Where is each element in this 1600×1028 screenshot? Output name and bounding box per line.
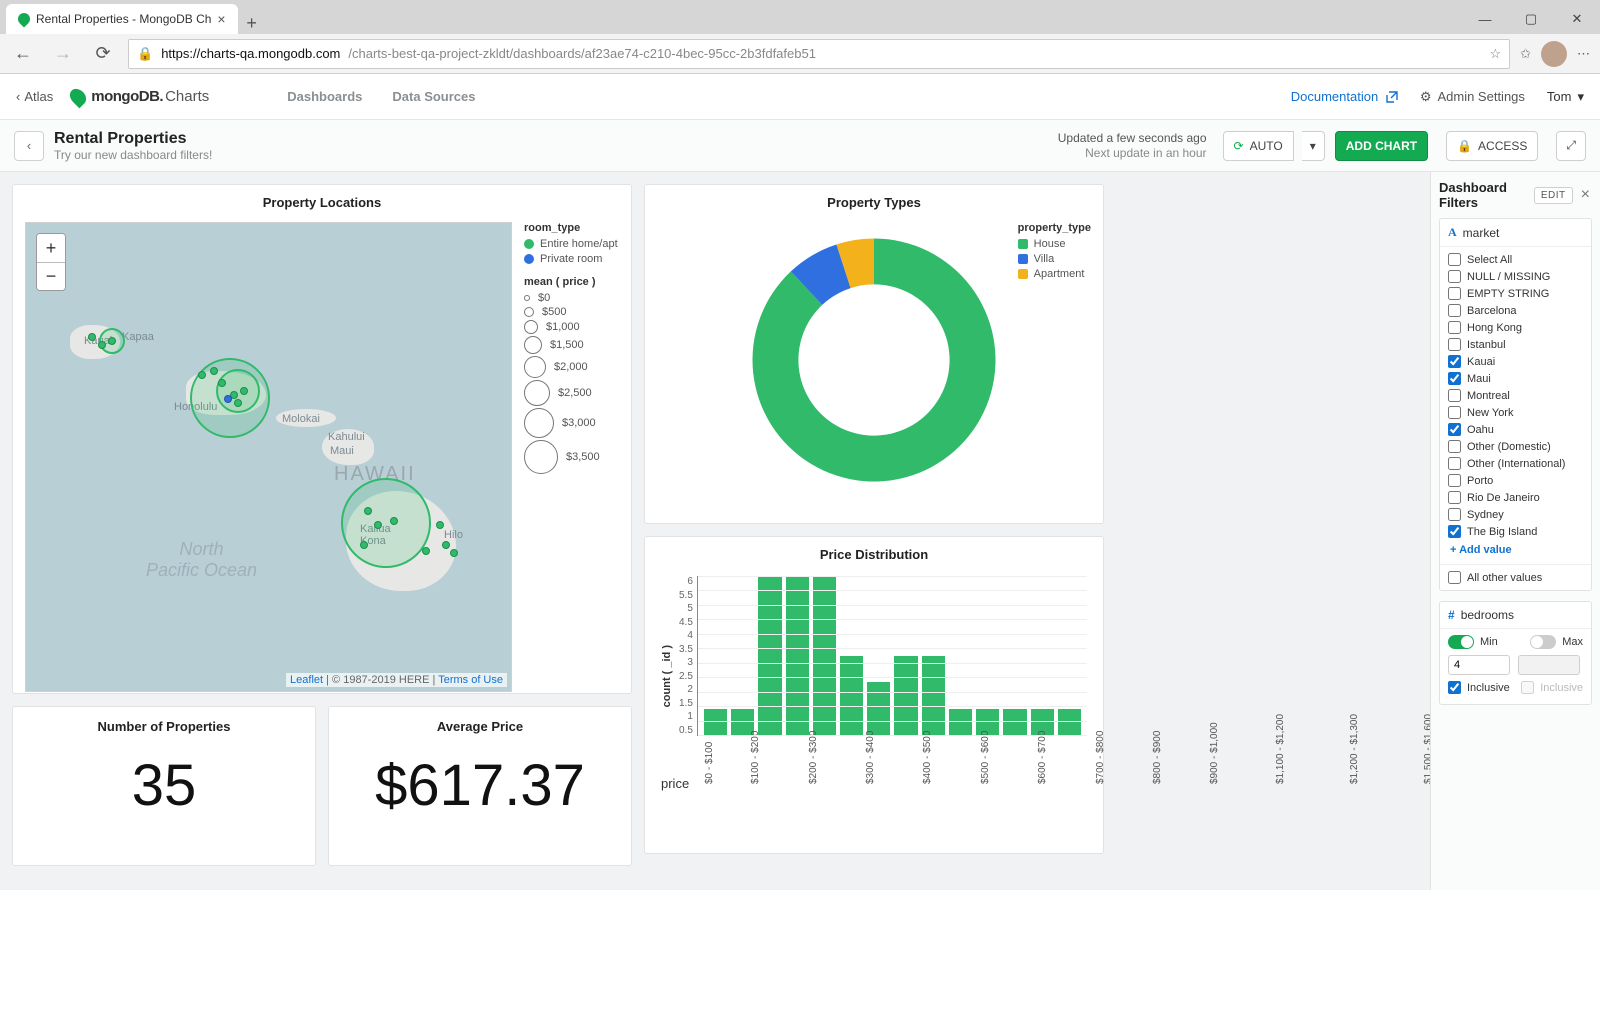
stat-card-avg: Average Price $617.37 [328, 706, 632, 866]
external-link-icon [1386, 91, 1398, 103]
nav-dashboards[interactable]: Dashboards [287, 89, 362, 104]
back-button[interactable]: ‹ [14, 131, 44, 161]
access-button[interactable]: 🔒 ACCESS [1446, 131, 1538, 161]
address-bar[interactable]: 🔒 https://charts-qa.mongodb.com/charts-b… [128, 39, 1510, 69]
filter-item[interactable]: Hong Kong [1448, 319, 1583, 336]
leaflet-link[interactable]: Leaflet [290, 674, 323, 686]
chevron-left-icon: ‹ [16, 89, 20, 104]
map[interactable]: + − Kauai Kapaa Honolulu Molokai K [25, 222, 512, 692]
filters-close-icon[interactable]: × [1579, 186, 1592, 204]
gear-icon: ⚙ [1420, 89, 1432, 105]
atlas-back-link[interactable]: ‹ Atlas [16, 89, 53, 104]
filter-item[interactable]: EMPTY STRING [1448, 285, 1583, 302]
refresh-icon: ⟳ [1234, 139, 1244, 153]
map-legend: room_type Entire home/aptPrivate room me… [524, 222, 619, 692]
page-title: Rental Properties [54, 130, 212, 148]
max-value-input [1518, 655, 1580, 675]
nav-forward-button[interactable]: → [48, 39, 78, 69]
documentation-link[interactable]: Documentation [1291, 89, 1398, 104]
url-path: /charts-best-qa-project-zkldt/dashboards… [348, 46, 816, 61]
brand: mongoDB.Charts [71, 88, 209, 106]
filter-item[interactable]: NULL / MISSING [1448, 268, 1583, 285]
browser-tab[interactable]: Rental Properties - MongoDB Ch × [6, 4, 238, 34]
window-close-icon[interactable]: ✕ [1554, 4, 1600, 34]
lock-icon: 🔒 [137, 46, 153, 62]
zoom-out-button[interactable]: − [37, 262, 65, 290]
mongodb-leaf-icon [67, 85, 90, 108]
browser-more-icon[interactable]: ⋯ [1577, 46, 1592, 62]
chart-title-price: Price Distribution [645, 537, 1103, 568]
min-inclusive[interactable]: Inclusive [1448, 679, 1510, 696]
filter-item[interactable]: Oahu [1448, 421, 1583, 438]
filter-add-value[interactable]: Add value [1448, 540, 1583, 558]
count-of-properties: 35 [13, 734, 315, 845]
filter-item[interactable]: Istanbul [1448, 336, 1583, 353]
string-type-icon: A [1448, 225, 1457, 240]
filter-item[interactable]: Other (International) [1448, 455, 1583, 472]
favorites-icon[interactable]: ✩ [1520, 46, 1531, 62]
nav-refresh-button[interactable]: ⟳ [88, 39, 118, 69]
tab-close-icon[interactable]: × [217, 11, 225, 27]
max-toggle[interactable] [1530, 635, 1556, 649]
zoom-in-button[interactable]: + [37, 234, 65, 262]
filter-item[interactable]: Sydney [1448, 506, 1583, 523]
nav-data-sources[interactable]: Data Sources [392, 89, 475, 104]
caret-down-icon: ▾ [1577, 89, 1584, 105]
chart-title-types: Property Types [645, 185, 1103, 216]
mongodb-leaf-icon [16, 11, 33, 28]
filter-bedrooms: bedrooms Min Max [1439, 601, 1592, 705]
profile-avatar[interactable] [1541, 41, 1567, 67]
max-inclusive: Inclusive [1521, 679, 1583, 696]
terms-link[interactable]: Terms of Use [438, 674, 503, 686]
nav-back-button[interactable]: ← [8, 39, 38, 69]
url-host: https://charts-qa.mongodb.com [161, 46, 340, 61]
filters-edit-button[interactable]: EDIT [1534, 187, 1573, 204]
average-price: $617.37 [329, 734, 631, 845]
user-menu[interactable]: Tom ▾ [1547, 89, 1584, 105]
filter-all-other-values[interactable]: All other values [1448, 569, 1583, 586]
map-attribution: Leaflet | © 1987-2019 HERE | Terms of Us… [286, 673, 507, 687]
filter-item[interactable]: New York [1448, 404, 1583, 421]
filter-item[interactable]: Maui [1448, 370, 1583, 387]
admin-settings-link[interactable]: ⚙ Admin Settings [1420, 89, 1525, 105]
window-maximize-icon[interactable]: ▢ [1508, 4, 1554, 34]
stat-card-count: Number of Properties 35 [12, 706, 316, 866]
donut-legend: property_type HouseVillaApartment [1018, 222, 1091, 283]
filter-item[interactable]: Montreal [1448, 387, 1583, 404]
bookmark-star-icon[interactable]: ☆ [1489, 46, 1501, 62]
filter-item[interactable]: Other (Domestic) [1448, 438, 1583, 455]
new-tab-button[interactable]: + [238, 13, 266, 34]
fullscreen-button[interactable]: ⤢ [1556, 131, 1586, 161]
donut-chart [739, 225, 1009, 495]
filter-item[interactable]: Rio De Janeiro [1448, 489, 1583, 506]
page-subtitle: Try our new dashboard filters! [54, 148, 212, 162]
filter-item[interactable]: Kauai [1448, 353, 1583, 370]
filter-item[interactable]: Porto [1448, 472, 1583, 489]
min-toggle[interactable] [1448, 635, 1474, 649]
expand-icon: ⤢ [1566, 138, 1576, 153]
update-info: Updated a few seconds ago Next update in… [1058, 131, 1207, 160]
filters-title: Dashboard Filters [1439, 180, 1528, 210]
number-type-icon [1448, 608, 1455, 622]
histogram: count ( _id ) 65.554.543.532.521.510.5 $… [661, 576, 1087, 776]
dashboard-filters-panel: Dashboard Filters EDIT × A market Select… [1430, 172, 1600, 890]
filter-select-all[interactable]: Select All [1448, 251, 1583, 268]
filter-item[interactable]: The Big Island [1448, 523, 1583, 540]
filter-market: A market Select All NULL / MISSINGEMPTY … [1439, 218, 1592, 591]
tab-title: Rental Properties - MongoDB Ch [36, 12, 211, 26]
auto-refresh-button[interactable]: ⟳ AUTO [1223, 131, 1294, 161]
add-chart-button[interactable]: ADD CHART [1335, 131, 1428, 161]
filter-item[interactable]: Barcelona [1448, 302, 1583, 319]
chart-title-locations: Property Locations [13, 185, 631, 216]
window-minimize-icon[interactable]: — [1462, 4, 1508, 34]
auto-refresh-dropdown[interactable]: ▾ [1302, 131, 1325, 161]
min-value-input[interactable] [1448, 655, 1510, 675]
lock-icon: 🔒 [1457, 139, 1472, 153]
